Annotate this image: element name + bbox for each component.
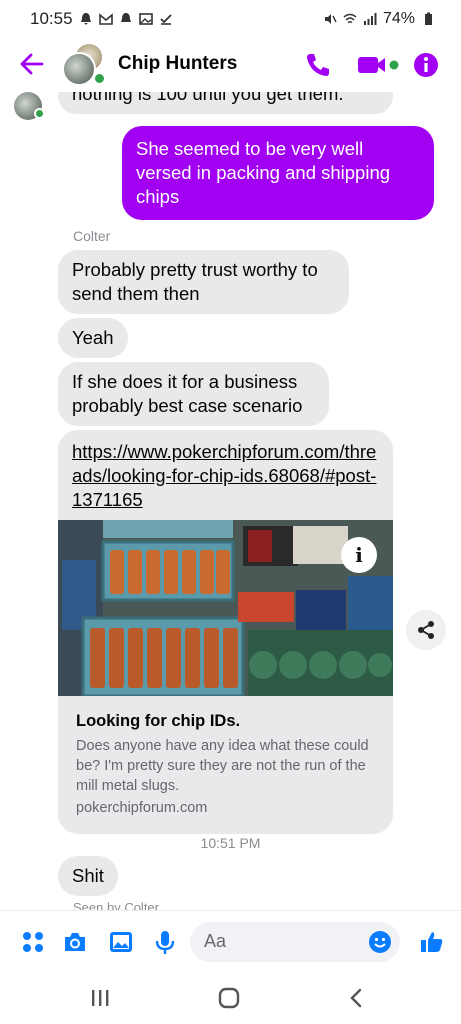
link-preview-image[interactable]: i — [58, 520, 393, 696]
link-url-text[interactable]: https://www.pokerchipforum.com/threads/l… — [72, 441, 376, 510]
bell-icon — [120, 13, 131, 22]
mute-icon — [324, 14, 337, 24]
message-bubble[interactable]: If she does it for a business probably b… — [58, 362, 329, 426]
back-nav-icon[interactable] — [345, 986, 369, 1010]
status-bar: 10:55 74% — [0, 0, 461, 38]
emoji-icon[interactable] — [368, 930, 392, 954]
system-icons: 74% — [323, 10, 435, 28]
info-icon[interactable] — [411, 50, 441, 80]
avatar — [62, 52, 96, 86]
back-arrow-icon[interactable] — [18, 50, 46, 78]
notification-icons — [79, 12, 173, 26]
link-domain: pokerchipforum.com — [76, 800, 208, 816]
gmail-icon — [98, 13, 113, 25]
seen-status: Seen by Colter — [73, 900, 159, 910]
share-button[interactable] — [406, 610, 446, 650]
message-list[interactable]: nothing is 100 until you get them. She s… — [0, 92, 461, 910]
phone-icon[interactable] — [303, 50, 333, 80]
battery-icon — [425, 12, 432, 25]
home-icon[interactable] — [217, 986, 241, 1010]
camera-icon[interactable] — [62, 929, 88, 955]
message-text: nothing is 100 until you get them. — [72, 92, 344, 104]
share-icon — [418, 621, 434, 639]
online-indicator — [34, 108, 45, 119]
battery-percent: 74% — [382, 10, 415, 27]
link-description: Does anyone have any idea what these cou… — [76, 738, 369, 794]
link-title: Looking for chip IDs. — [76, 712, 241, 730]
link-preview-card[interactable]: https://www.pokerchipforum.com/threads/l… — [58, 430, 393, 834]
chat-title[interactable]: Chip Hunters — [118, 53, 237, 75]
system-nav-bar — [0, 972, 461, 1024]
wifi-icon — [343, 13, 357, 24]
mic-icon[interactable] — [152, 929, 178, 955]
message-text: If she does it for a business probably b… — [72, 371, 303, 416]
status-time: 10:55 — [30, 9, 73, 28]
image-info-button[interactable]: i — [341, 537, 377, 573]
message-text: She seemed to be very well versed in pac… — [136, 138, 391, 207]
chat-header: Chip Hunters — [0, 38, 461, 92]
message-text: Yeah — [72, 327, 114, 348]
apps-icon[interactable] — [20, 929, 46, 955]
message-bubble[interactable]: Yeah — [58, 318, 128, 358]
message-text: Shit — [72, 865, 104, 886]
message-input-placeholder: Aa — [204, 931, 227, 951]
message-bubble-outgoing[interactable]: She seemed to be very well versed in pac… — [122, 126, 434, 220]
message-bubble[interactable]: nothing is 100 until you get them. — [58, 92, 393, 114]
online-indicator — [93, 72, 106, 85]
check-notif-icon — [159, 14, 172, 25]
composer-bar: Aa — [0, 910, 461, 972]
video-icon[interactable] — [356, 50, 402, 80]
recents-icon[interactable] — [88, 986, 112, 1010]
message-text: Probably pretty trust worthy to send the… — [72, 259, 318, 304]
alarm-icon — [80, 13, 91, 25]
thumbs-up-icon[interactable] — [419, 929, 445, 955]
message-bubble[interactable]: Probably pretty trust worthy to send the… — [58, 250, 349, 314]
group-avatar[interactable] — [62, 42, 108, 88]
message-timestamp: 10:51 PM — [200, 835, 261, 851]
link-url[interactable]: https://www.pokerchipforum.com/threads/l… — [72, 440, 382, 512]
image-notif-icon — [138, 13, 153, 25]
sender-name: Colter — [73, 228, 111, 244]
signal-icon — [363, 13, 377, 25]
gallery-icon[interactable] — [108, 929, 134, 955]
message-input[interactable]: Aa — [190, 922, 400, 962]
message-bubble[interactable]: Shit — [58, 856, 118, 896]
